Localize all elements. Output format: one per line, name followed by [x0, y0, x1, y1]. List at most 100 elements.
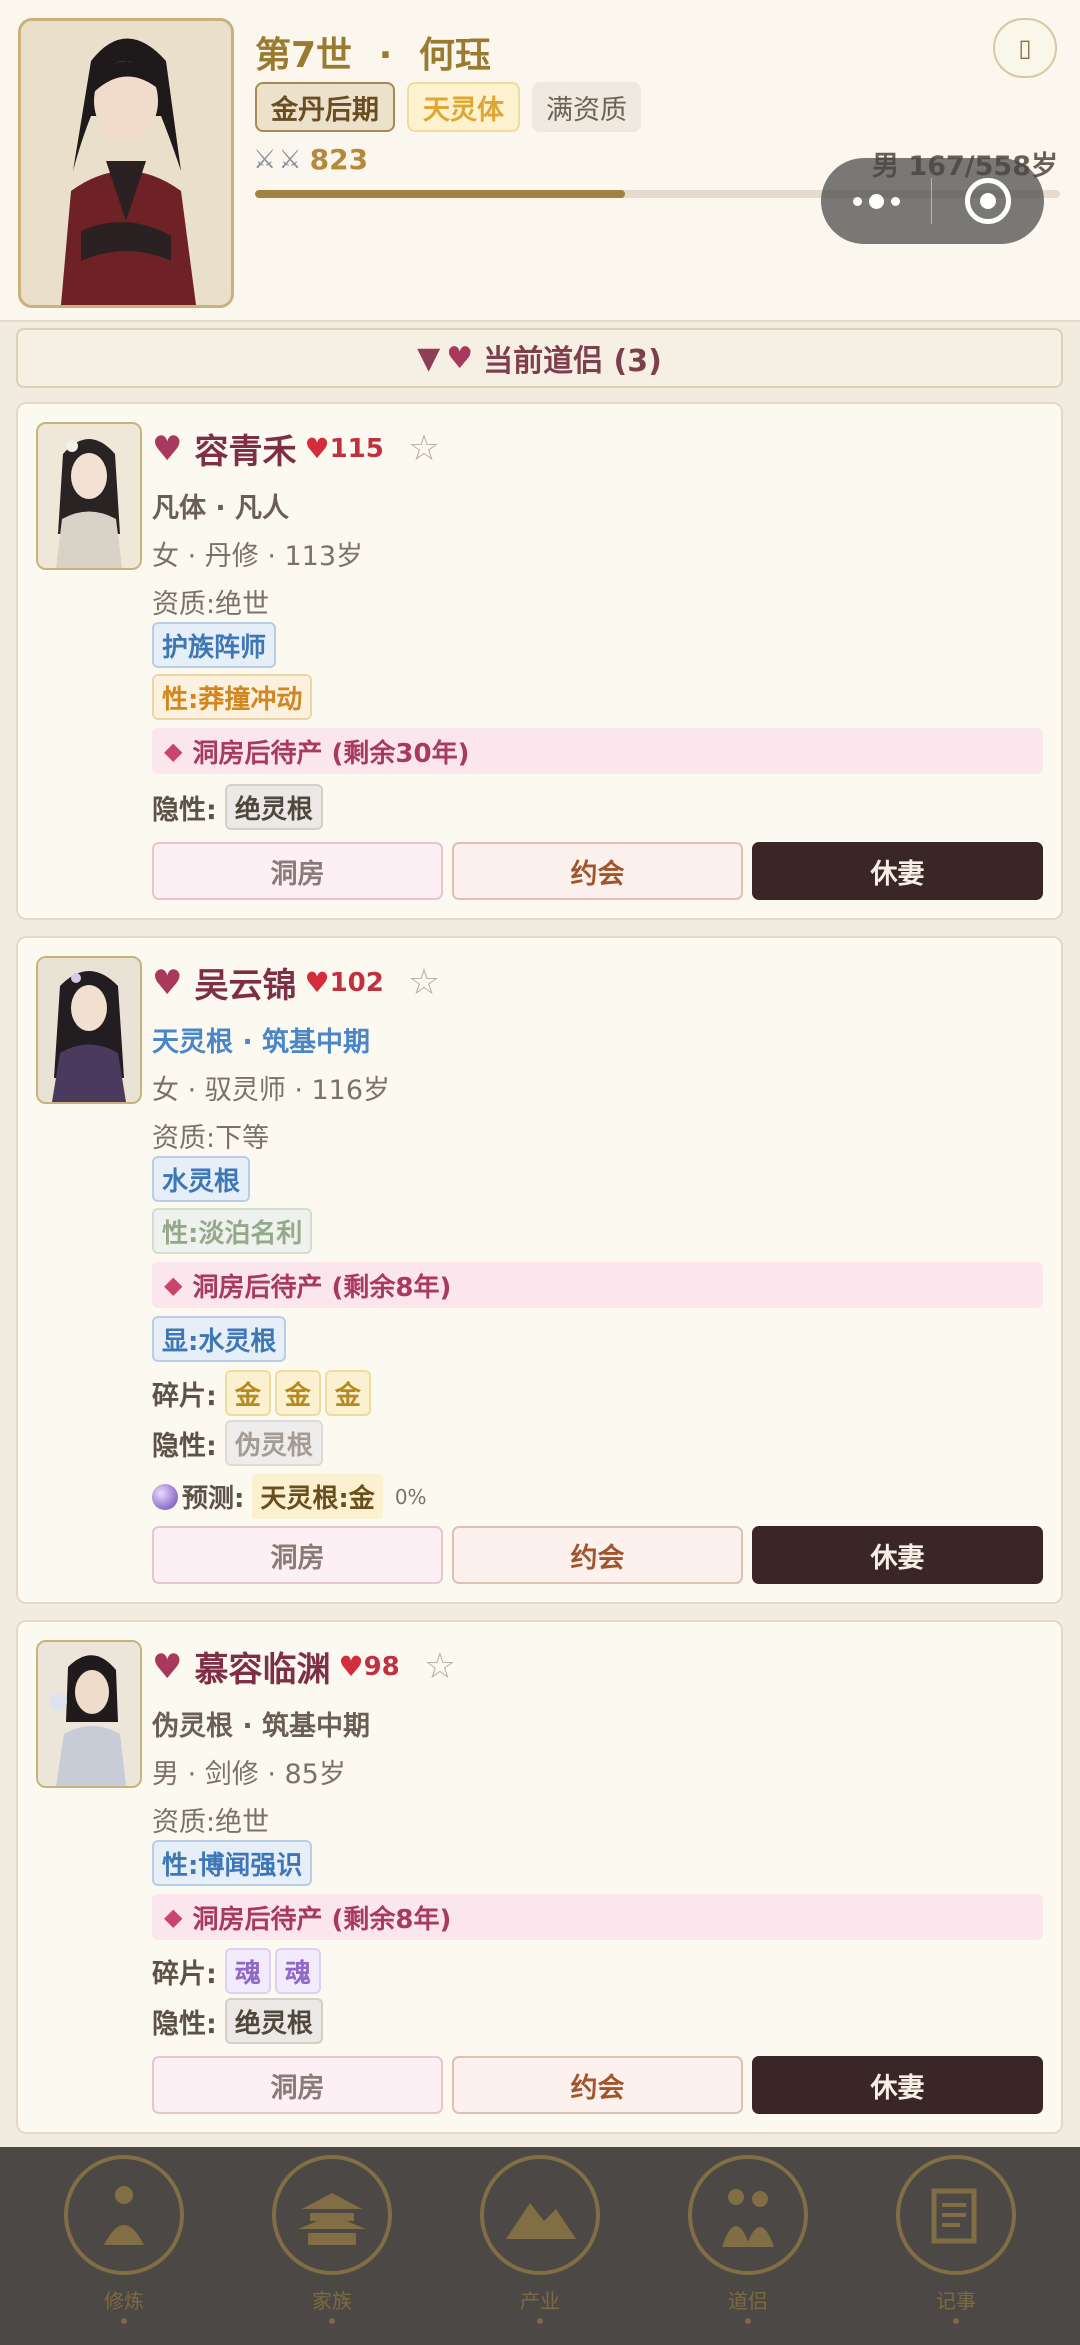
favorite-star-icon[interactable]: ☆	[408, 428, 440, 469]
collapse-triangle-icon: ▼	[417, 340, 441, 376]
prediction-label: 预测:	[182, 1484, 245, 1514]
partner-gender-job-age: 女 · 丹修 · 113岁	[152, 541, 364, 572]
mountain-icon	[480, 2155, 600, 2275]
partner-portrait[interactable]	[36, 422, 142, 570]
date-button[interactable]: 约会	[452, 1526, 743, 1584]
hidden-chip: 绝灵根	[224, 1998, 323, 2044]
fragments-line: 碎片: 金 金 金	[152, 1370, 371, 1416]
affection-value: 102	[329, 967, 384, 998]
partner-aptitude: 资质:绝世	[152, 589, 270, 620]
dominant-chip: 显:水灵根	[152, 1316, 287, 1362]
affection-heart-icon: ♥	[304, 966, 330, 999]
more-button[interactable]	[821, 158, 931, 244]
hidden-label: 隐性:	[152, 1430, 217, 1462]
date-button[interactable]: 约会	[452, 842, 743, 900]
bottom-nav: 修炼 家族 产业 道侣 记事	[0, 2147, 1080, 2345]
nav-label: 修炼	[104, 2289, 144, 2313]
pregnancy-text: 洞房后待产 (剩余8年)	[192, 1904, 452, 1935]
role-chip: 护族阵师	[152, 622, 277, 668]
fragment-chip: 金	[324, 1370, 371, 1416]
nav-item-partners[interactable]: 道侣	[663, 2147, 833, 2345]
fragments-label: 碎片:	[152, 1380, 217, 1412]
nav-dot	[953, 2318, 959, 2324]
target-icon	[965, 178, 1011, 224]
nav-item-records[interactable]: 记事	[871, 2147, 1041, 2345]
trait-chip-line: 性:博闻强识	[152, 1840, 313, 1886]
partner-actions: 洞房 约会 休妻	[152, 1526, 1043, 1584]
nav-item-industry[interactable]: 产业	[455, 2147, 625, 2345]
partner-name-line: ♥ 慕容临渊 ♥ 98 ☆	[152, 1642, 456, 1691]
prediction-value: 天灵根:金	[252, 1474, 383, 1519]
nav-dot	[329, 2318, 335, 2324]
divorce-button[interactable]: 休妻	[752, 2056, 1043, 2114]
diamond-icon: ◆	[164, 1271, 183, 1299]
fragment-chip: 魂	[274, 1948, 321, 1994]
affection-heart-icon: ♥	[304, 432, 330, 465]
trait-chip: 性:淡泊名利	[152, 1208, 313, 1254]
nav-label: 产业	[520, 2289, 560, 2313]
partner-name: 慕容临渊	[194, 1650, 331, 1690]
player-name: 何珏	[418, 35, 491, 76]
heart-icon: ♥	[152, 962, 183, 1003]
divorce-button[interactable]: 休妻	[752, 1526, 1043, 1584]
realm-badge: 金丹后期	[255, 82, 395, 132]
trait-chip-line: 性:莽撞冲动	[152, 674, 313, 720]
partner-name: 吴云锦	[194, 966, 297, 1006]
nav-item-cultivate[interactable]: 修炼	[39, 2147, 209, 2345]
partner-root-realm: 天灵根 · 筑基中期	[152, 1027, 371, 1058]
couple-icon	[688, 2155, 808, 2275]
crossed-swords-icon: ⚔	[278, 144, 302, 175]
root-chip: 水灵根	[152, 1156, 251, 1202]
hidden-trait-line: 隐性: 绝灵根	[152, 1998, 323, 2044]
hidden-trait-line: 隐性: 伪灵根	[152, 1420, 323, 1466]
partner-aptitude: 资质:绝世	[152, 1807, 270, 1838]
affection-heart-icon: ♥	[338, 1650, 364, 1683]
player-tags: 金丹后期 天灵体 满资质	[255, 82, 641, 132]
prediction-percent: 0%	[394, 1484, 427, 1509]
mini-program-capsule	[821, 158, 1044, 244]
nav-dot	[745, 2318, 751, 2324]
partner-card: ♥ 慕容临渊 ♥ 98 ☆ 伪灵根 · 筑基中期 男 · 剑修 · 85岁 资质…	[16, 1620, 1063, 2134]
favorite-star-icon[interactable]: ☆	[408, 962, 440, 1003]
nav-item-clan[interactable]: 家族	[247, 2147, 417, 2345]
wed-button[interactable]: 洞房	[152, 2056, 443, 2114]
aptitude-badge: 满资质	[532, 82, 641, 132]
menu-icon: ▯	[1018, 34, 1032, 62]
close-button[interactable]	[932, 178, 1044, 224]
trait-chip: 性:博闻强识	[152, 1840, 313, 1886]
partner-gender-job-age: 女 · 驭灵师 · 116岁	[152, 1075, 391, 1106]
more-dot-icon	[890, 196, 900, 206]
partner-portrait[interactable]	[36, 1640, 142, 1788]
more-dot-icon	[868, 193, 884, 209]
wed-button[interactable]: 洞房	[152, 842, 443, 900]
dominant-chip-line: 显:水灵根	[152, 1316, 287, 1362]
menu-button[interactable]: ▯	[993, 18, 1057, 78]
fragments-label: 碎片:	[152, 1958, 217, 1990]
more-dot-icon	[852, 196, 862, 206]
fragment-chip: 金	[274, 1370, 321, 1416]
generation-label: 第7世	[255, 35, 353, 76]
partner-root-realm: 伪灵根 · 筑基中期	[152, 1711, 371, 1742]
partner-name: 容青禾	[194, 432, 297, 472]
player-portrait[interactable]	[18, 18, 234, 308]
fragment-chip: 金	[224, 1370, 271, 1416]
pregnancy-text: 洞房后待产 (剩余30年)	[192, 738, 470, 769]
diamond-icon: ◆	[164, 1903, 183, 1931]
affection-value: 98	[363, 1651, 400, 1682]
pagoda-icon	[272, 2155, 392, 2275]
date-button[interactable]: 约会	[452, 2056, 743, 2114]
hidden-trait-line: 隐性: 绝灵根	[152, 784, 323, 830]
nav-label: 家族	[312, 2289, 352, 2313]
partners-section-toggle[interactable]: ▼ ♥ 当前道侣 (3)	[16, 328, 1063, 388]
exp-progress-fill	[255, 190, 626, 198]
heart-icon: ♥	[446, 340, 474, 376]
pregnancy-text: 洞房后待产 (剩余8年)	[192, 1272, 452, 1303]
body-badge: 天灵体	[407, 82, 520, 132]
hidden-label: 隐性:	[152, 2008, 217, 2040]
divorce-button[interactable]: 休妻	[752, 842, 1043, 900]
wed-button[interactable]: 洞房	[152, 1526, 443, 1584]
hidden-label: 隐性:	[152, 794, 217, 826]
player-avatar-illustration	[21, 21, 231, 305]
partner-portrait[interactable]	[36, 956, 142, 1104]
favorite-star-icon[interactable]: ☆	[424, 1646, 456, 1687]
